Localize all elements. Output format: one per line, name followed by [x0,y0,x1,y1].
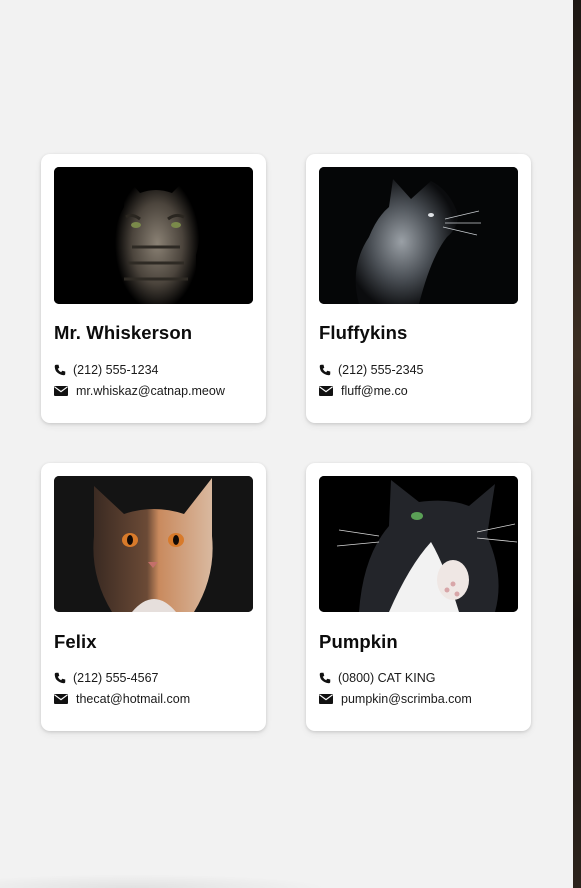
background-edge [573,0,581,888]
contact-name: Mr. Whiskerson [54,322,193,343]
phone-number: (212) 555-1234 [73,363,159,377]
calico-kitten-photo [54,476,253,612]
phone-row: (212) 555-2345 [319,363,423,377]
phone-icon [319,364,331,376]
envelope-icon [54,386,68,396]
contact-name: Fluffykins [319,322,408,343]
contact-card: Mr. Whiskerson (212) 555-1234 mr.whiskaz… [41,154,266,423]
phone-row: (0800) CAT KING [319,671,436,685]
email-row: pumpkin@scrimba.com [319,692,472,706]
email-address: mr.whiskaz@catnap.meow [76,384,225,398]
phone-icon [54,672,66,684]
phone-icon [319,672,331,684]
email-row: thecat@hotmail.com [54,692,190,706]
phone-row: (212) 555-1234 [54,363,158,377]
contact-card: Fluffykins (212) 555-2345 fluff@me.co [306,154,531,423]
email-row: fluff@me.co [319,384,408,398]
envelope-icon [54,694,68,704]
tuxedo-cat-photo [319,476,518,612]
tabby-kitten-photo [54,167,253,304]
contact-card: Felix (212) 555-4567 thecat@hotmail.com [41,463,266,731]
phone-row: (212) 555-4567 [54,671,158,685]
envelope-icon [319,386,333,396]
contact-name: Pumpkin [319,631,398,652]
grey-longhair-cat-photo [319,167,518,304]
email-address: fluff@me.co [341,384,408,398]
phone-number: (212) 555-2345 [338,363,424,377]
contact-card: Pumpkin (0800) CAT KING pumpkin@scrimba.… [306,463,531,731]
bottom-edge-shadow [0,874,330,888]
envelope-icon [319,694,333,704]
phone-number: (0800) CAT KING [338,671,436,685]
email-address: thecat@hotmail.com [76,692,191,706]
contacts-page: Mr. Whiskerson (212) 555-1234 mr.whiskaz… [0,0,573,888]
email-address: pumpkin@scrimba.com [341,692,472,706]
phone-icon [54,364,66,376]
contact-name: Felix [54,631,97,652]
phone-number: (212) 555-4567 [73,671,159,685]
email-row: mr.whiskaz@catnap.meow [54,384,225,398]
